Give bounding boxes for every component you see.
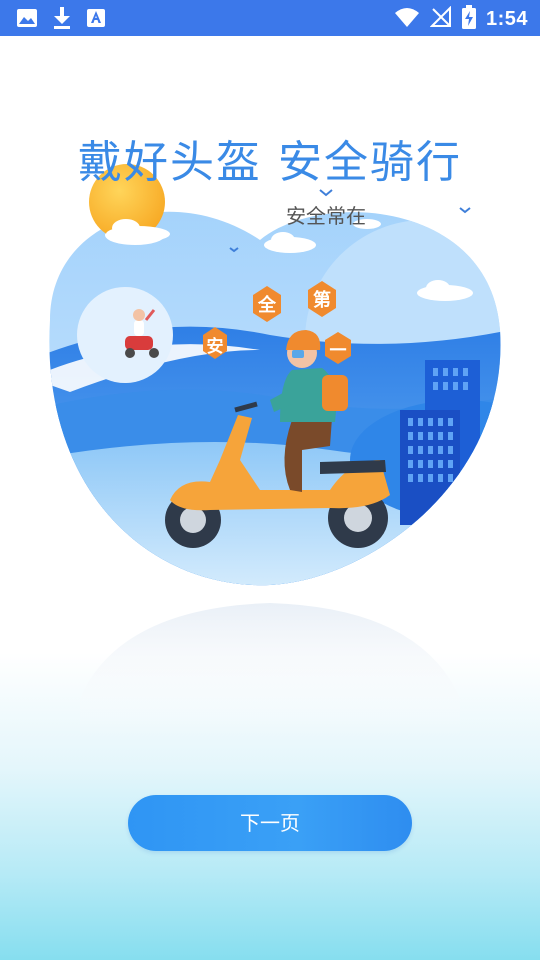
status-bar: 1:54 (0, 0, 540, 36)
badge-di: 第 (313, 289, 331, 311)
hero-illustration: 安 全 第 一 (49, 164, 501, 586)
no-signal-icon (429, 5, 452, 32)
status-left-icons (16, 6, 106, 34)
onboarding-subtitle: 安全常在 (286, 204, 366, 228)
hero-reflection (80, 603, 460, 738)
battery-charging-icon (461, 5, 476, 33)
status-right-icons: 1:54 (394, 5, 528, 33)
image-icon (16, 8, 38, 32)
badge-quan: 全 (257, 294, 277, 316)
badge-yi: 一 (330, 341, 347, 361)
next-page-button[interactable]: 下一页 (128, 795, 412, 851)
status-time: 1:54 (485, 7, 528, 30)
wifi-icon (394, 6, 420, 32)
download-icon (52, 6, 72, 34)
badge-an: 安 (207, 336, 224, 357)
onboarding-title: 戴好头盔 安全骑行 (78, 137, 462, 188)
font-icon (86, 8, 106, 32)
